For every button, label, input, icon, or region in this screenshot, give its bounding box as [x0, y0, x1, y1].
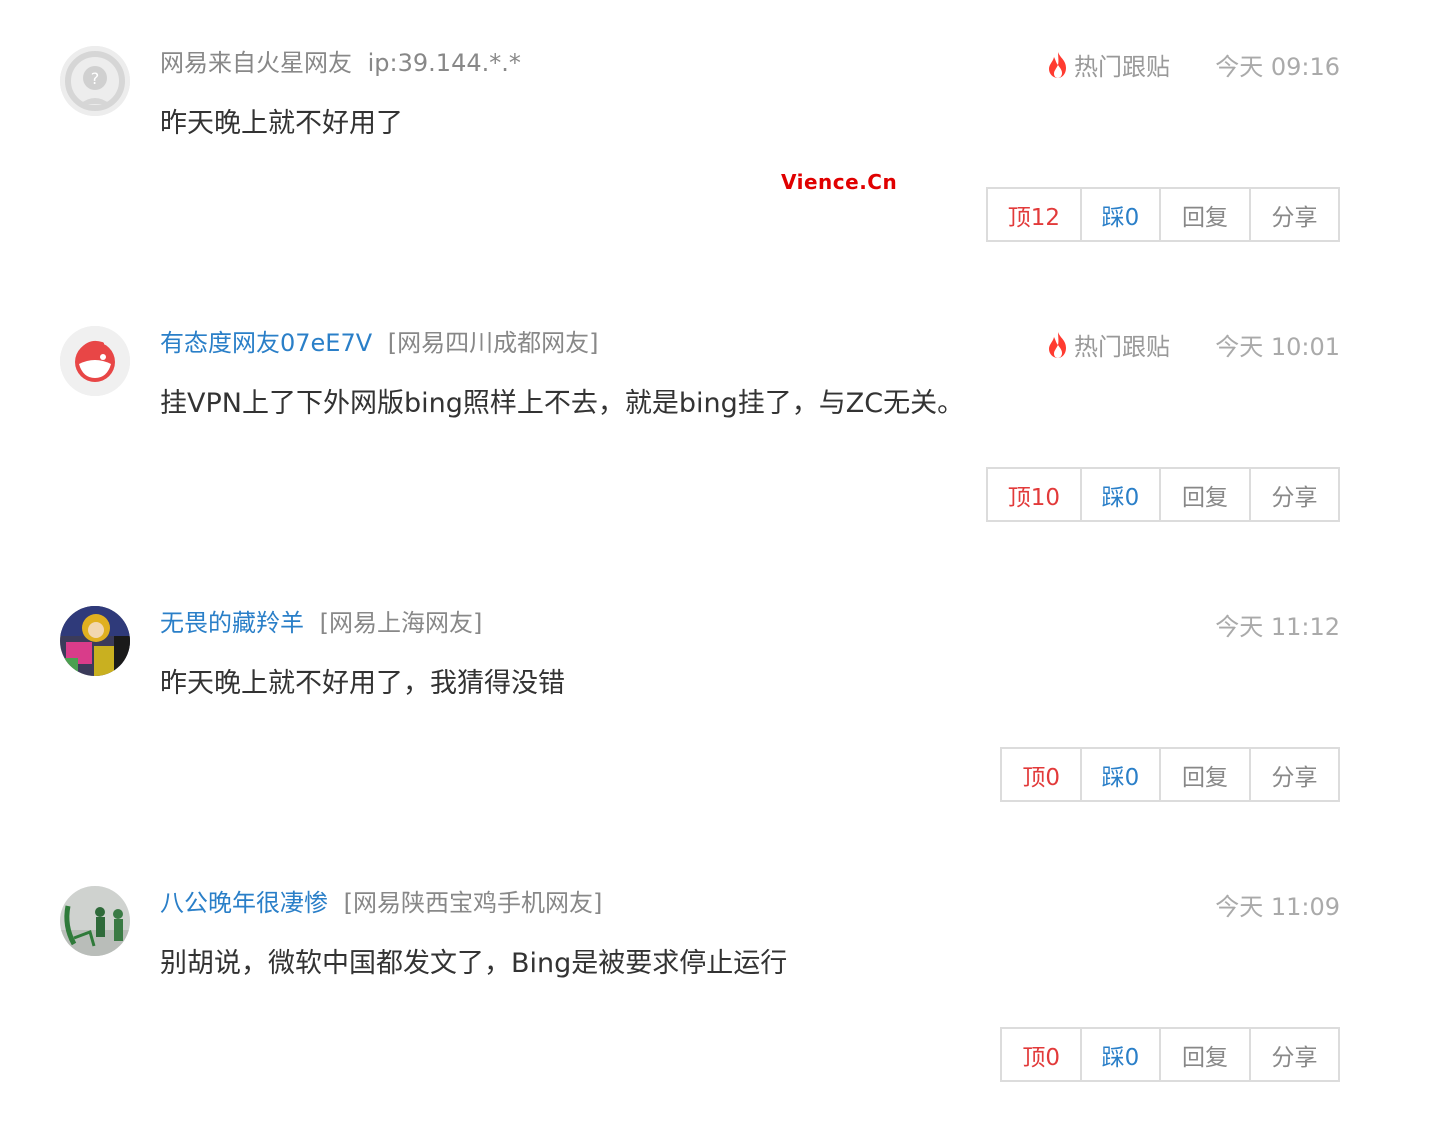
watermark: Vience.Cn — [781, 170, 898, 194]
share-button[interactable]: 分享 — [1249, 189, 1338, 240]
hot-badge: 热门跟贴 — [1046, 50, 1170, 84]
share-button[interactable]: 分享 — [1249, 749, 1338, 800]
user-location: [网易四川成都网友] — [387, 329, 599, 357]
downvote-button[interactable]: 踩0 — [1080, 469, 1159, 520]
upvote-button[interactable]: 顶0 — [1002, 749, 1080, 800]
comment-item: 有态度网友07eE7V [网易四川成都网友] 热门跟贴 今天 10:01 挂VP… — [0, 280, 1443, 560]
username: 网易来自火星网友 — [160, 49, 352, 77]
reply-button[interactable]: 回复 — [1159, 749, 1249, 800]
downvote-button[interactable]: 踩0 — [1080, 1029, 1159, 1080]
user-location: ip:39.144.*.* — [367, 49, 521, 77]
reply-button[interactable]: 回复 — [1159, 469, 1249, 520]
comment-item: 八公晚年很凄惨 [网易陕西宝鸡手机网友] 今天 11:09 别胡说，微软中国都发… — [0, 840, 1443, 1120]
upvote-button[interactable]: 顶0 — [1002, 1029, 1080, 1080]
comment-header: 八公晚年很凄惨 [网易陕西宝鸡手机网友] — [160, 886, 602, 920]
share-button[interactable]: 分享 — [1249, 1029, 1338, 1080]
comment-actions: 顶0 踩0 回复 分享 — [1000, 747, 1340, 802]
upvote-button[interactable]: 顶10 — [988, 469, 1080, 520]
share-button[interactable]: 分享 — [1249, 469, 1338, 520]
comment-time: 今天 09:16 — [1215, 53, 1340, 81]
comment-actions: 顶12 踩0 回复 分享 — [985, 187, 1340, 242]
username-link[interactable]: 有态度网友07eE7V — [160, 329, 372, 357]
upvote-button[interactable]: 顶12 — [988, 189, 1080, 240]
username-link[interactable]: 无畏的藏羚羊 — [160, 609, 304, 637]
comment-header: 网易来自火星网友 ip:39.144.*.* — [160, 46, 521, 80]
downvote-button[interactable]: 踩0 — [1080, 189, 1159, 240]
downvote-button[interactable]: 踩0 — [1080, 749, 1159, 800]
comment-text: 昨天晚上就不好用了 — [160, 108, 403, 139]
hot-badge: 热门跟贴 — [1046, 330, 1170, 364]
comment-text: 别胡说，微软中国都发文了，Bing是被要求停止运行 — [160, 948, 788, 979]
flame-icon — [1049, 332, 1066, 358]
comment-header: 无畏的藏羚羊 [网易上海网友] — [160, 606, 482, 640]
photo-avatar[interactable] — [60, 886, 130, 956]
comment-actions: 顶10 踩0 回复 分享 — [985, 467, 1340, 522]
hot-label: 热门跟贴 — [1074, 53, 1170, 81]
comment-header: 有态度网友07eE7V [网易四川成都网友] — [160, 326, 599, 360]
comment-text: 挂VPN上了下外网版bing照样上不去，就是bing挂了，与ZC无关。 — [160, 388, 965, 419]
username-link[interactable]: 八公晚年很凄惨 — [160, 889, 328, 917]
mascot-avatar[interactable] — [60, 326, 130, 396]
comment-time: 今天 10:01 — [1215, 333, 1340, 361]
default-avatar-icon[interactable]: ? — [60, 46, 130, 116]
comment-text: 昨天晚上就不好用了，我猜得没错 — [160, 668, 565, 699]
photo-avatar[interactable] — [60, 606, 130, 676]
svg-text:?: ? — [91, 69, 100, 88]
comment-time: 今天 11:09 — [1215, 893, 1340, 921]
user-location: [网易上海网友] — [319, 609, 483, 637]
comment-actions: 顶0 踩0 回复 分享 — [1000, 1027, 1340, 1082]
reply-button[interactable]: 回复 — [1159, 189, 1249, 240]
flame-icon — [1049, 52, 1066, 78]
comment-item: 无畏的藏羚羊 [网易上海网友] 今天 11:12 昨天晚上就不好用了，我猜得没错… — [0, 560, 1443, 840]
hot-label: 热门跟贴 — [1074, 333, 1170, 361]
user-location: [网易陕西宝鸡手机网友] — [343, 889, 603, 917]
reply-button[interactable]: 回复 — [1159, 1029, 1249, 1080]
comment-time: 今天 11:12 — [1215, 613, 1340, 641]
comment-item: ? 网易来自火星网友 ip:39.144.*.* 热门跟贴 今天 09:16 昨… — [0, 0, 1443, 280]
